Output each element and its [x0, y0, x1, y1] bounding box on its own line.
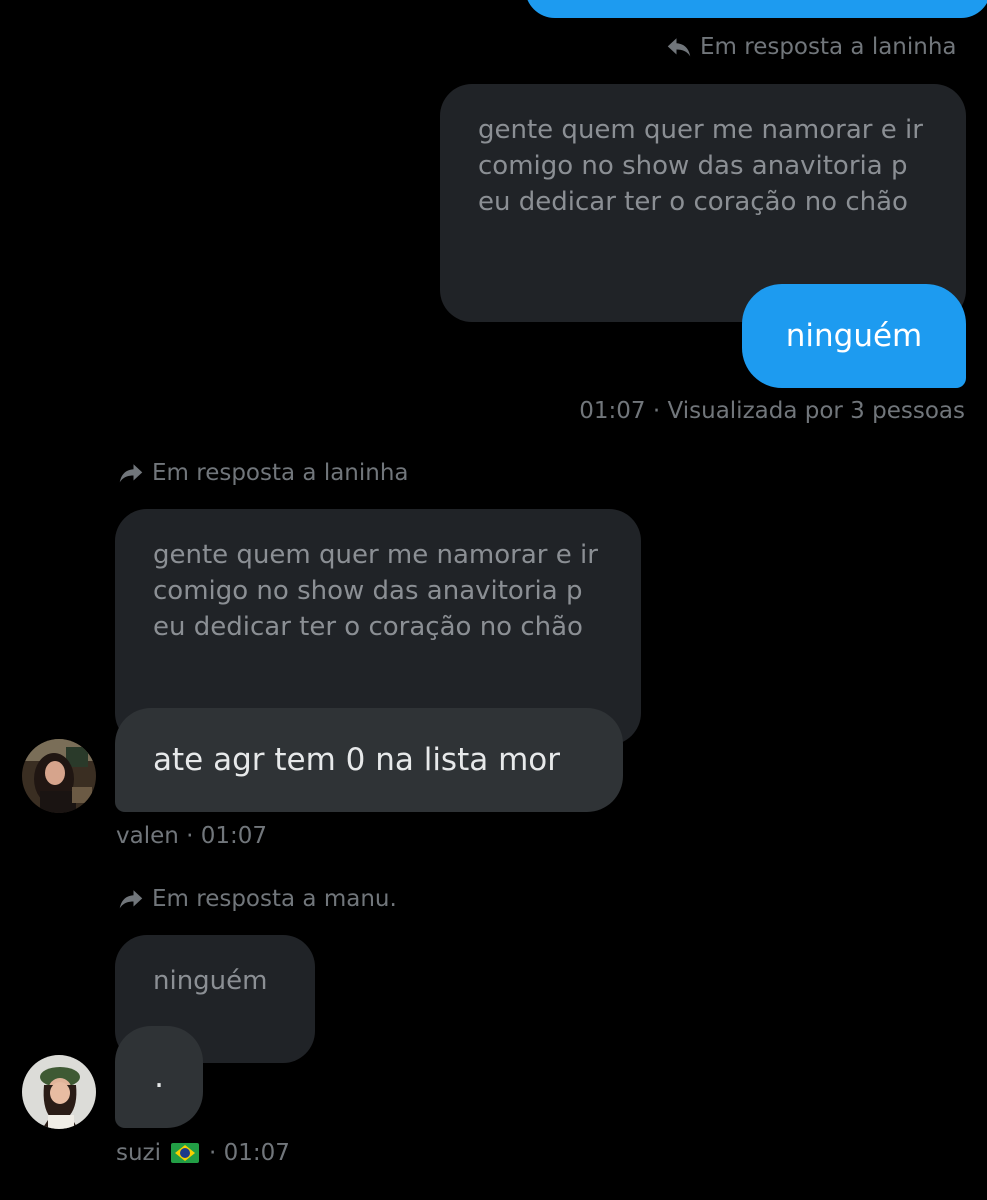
- message-text: ate agr tem 0 na lista mor: [153, 742, 560, 778]
- message-time: · 01:07: [186, 823, 268, 849]
- quoted-message-text: gente quem quer me namorar e ir comigo n…: [478, 115, 923, 217]
- message-meta: suzi · 01:07: [116, 1140, 290, 1166]
- avatar[interactable]: [22, 1055, 96, 1129]
- message-text: ninguém: [785, 318, 923, 354]
- author-name[interactable]: suzi: [116, 1140, 161, 1166]
- seen-status: · Visualizada por 3 pessoas: [652, 398, 965, 424]
- forward-arrow-icon: [119, 890, 143, 909]
- reply-reference[interactable]: Em resposta a laninha: [116, 458, 409, 488]
- quoted-message-text: ninguém: [153, 966, 268, 996]
- message-meta: valen · 01:07: [116, 823, 267, 849]
- avatar-image: [22, 1055, 96, 1129]
- brazil-flag-icon: [171, 1143, 200, 1163]
- avatar-image: [22, 739, 96, 813]
- previous-message-bubble[interactable]: [525, 0, 987, 18]
- author-name[interactable]: valen: [116, 823, 179, 849]
- message-bubble[interactable]: ninguém: [742, 284, 966, 388]
- reply-arrow-icon: [667, 38, 691, 57]
- reply-reference-label: Em resposta a laninha: [700, 34, 957, 60]
- message-time: · 01:07: [209, 1140, 290, 1166]
- message-time: 01:07: [579, 398, 646, 424]
- reply-reference[interactable]: Em resposta a laninha: [664, 32, 957, 62]
- message-bubble[interactable]: .: [115, 1026, 203, 1128]
- forward-arrow-icon: [119, 464, 143, 483]
- message-meta: 01:07 · Visualizada por 3 pessoas: [579, 398, 965, 424]
- avatar[interactable]: [22, 739, 96, 813]
- reply-reference-label: Em resposta a laninha: [152, 460, 409, 486]
- message-bubble[interactable]: ate agr tem 0 na lista mor: [115, 708, 623, 812]
- reply-reference-label: Em resposta a manu.: [152, 886, 397, 912]
- reply-reference[interactable]: Em resposta a manu.: [116, 884, 397, 914]
- quoted-message-text: gente quem quer me namorar e ir comigo n…: [153, 540, 598, 642]
- message-text: .: [154, 1059, 164, 1095]
